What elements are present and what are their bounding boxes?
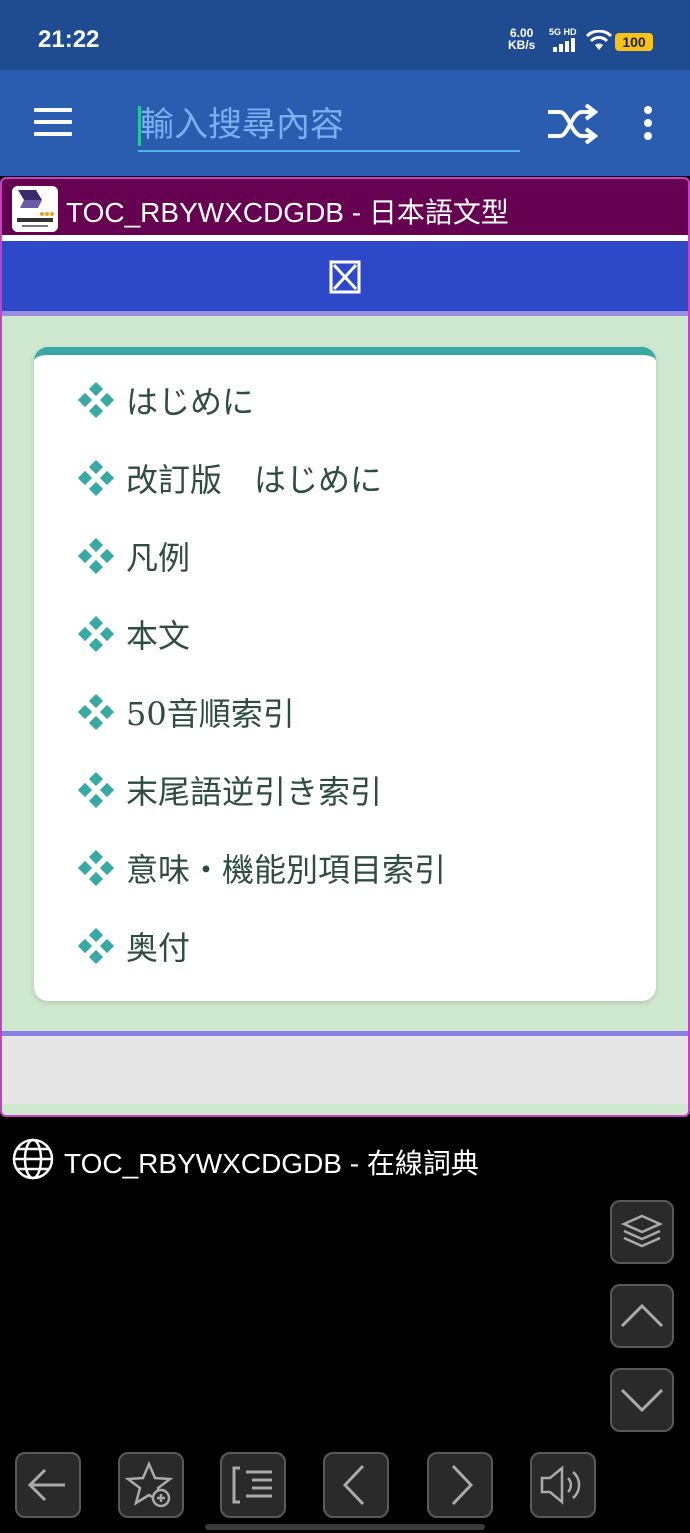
battery-indicator: 100	[615, 33, 653, 51]
chevron-right-icon	[451, 1464, 474, 1506]
speaker-icon	[540, 1465, 581, 1505]
list-icon	[232, 1466, 272, 1504]
chevron-left-icon	[342, 1464, 365, 1506]
toc-item-label: はじめに	[126, 383, 255, 421]
scroll-down-button[interactable]	[610, 1368, 674, 1432]
diamond-bullet-icon	[78, 538, 114, 574]
next-button[interactable]	[427, 1452, 493, 1518]
toc-item[interactable]: 凡例	[78, 531, 190, 581]
diamond-bullet-icon	[78, 850, 114, 886]
close-box-icon[interactable]	[328, 259, 362, 295]
scroll-up-button[interactable]	[610, 1284, 674, 1348]
more-vert-icon[interactable]	[640, 106, 656, 144]
arrow-left-icon	[27, 1468, 65, 1502]
dictionary-book-icon	[12, 186, 58, 232]
toc-item[interactable]: 末尾語逆引き索引	[78, 765, 382, 815]
toolbar-divider	[2, 311, 688, 316]
dictionary-toolbar	[2, 241, 688, 311]
app-toolbar	[0, 70, 690, 176]
signal-icon	[553, 38, 575, 52]
dictionary-title: TOC_RBYWXCDGDB - 日本語文型	[66, 197, 509, 228]
layers-button[interactable]	[610, 1200, 674, 1264]
panel-footer	[2, 1036, 688, 1104]
toc-item[interactable]: 改訂版 はじめに	[78, 453, 382, 503]
network-speed: 6.00 KB/s	[508, 27, 535, 51]
online-dictionary-header: TOC_RBYWXCDGDB - 在線詞典	[0, 1130, 690, 1186]
previous-button[interactable]	[323, 1452, 389, 1518]
globe-icon	[12, 1138, 54, 1180]
toc-item-label: 本文	[126, 617, 191, 655]
diamond-bullet-icon	[78, 460, 114, 496]
add-favorite-button[interactable]	[118, 1452, 184, 1518]
diamond-bullet-icon	[78, 694, 114, 730]
diamond-bullet-icon	[78, 382, 114, 418]
dictionary-panel: TOC_RBYWXCDGDB - 日本語文型 はじめに改訂版 はじめに 凡例本文 5…	[0, 177, 690, 1117]
layers-icon	[620, 1214, 664, 1248]
toc-item-label: 50音順索引	[126, 695, 295, 733]
network-type: 5G HD	[549, 27, 577, 37]
home-indicator	[205, 1524, 485, 1530]
toc-item-label: 奥付	[126, 929, 191, 967]
diamond-bullet-icon	[78, 928, 114, 964]
speak-button[interactable]	[530, 1452, 596, 1518]
toc-item[interactable]: 50音順索引	[78, 687, 295, 737]
toc-item-label: 凡例	[126, 539, 191, 577]
text-cursor	[138, 106, 141, 146]
toc-item-label: 改訂版 はじめに	[126, 461, 383, 499]
online-dictionary-title: TOC_RBYWXCDGDB - 在線詞典	[64, 1148, 479, 1179]
shuffle-icon[interactable]	[546, 104, 598, 144]
diamond-bullet-icon	[78, 772, 114, 808]
toc-item[interactable]: はじめに	[78, 375, 254, 425]
hamburger-menu-icon[interactable]	[34, 108, 72, 136]
toc-item-label: 意味・機能別項目索引	[126, 851, 447, 889]
chevron-down-icon	[620, 1388, 664, 1413]
toc-item[interactable]: 本文	[78, 609, 190, 659]
status-time: 21:22	[38, 26, 100, 53]
chevron-up-icon	[620, 1303, 664, 1328]
search-input[interactable]	[138, 100, 520, 152]
status-bar: 21:22 6.00 KB/s 5G HD 100	[0, 0, 690, 70]
history-list-button[interactable]	[220, 1452, 286, 1518]
wifi-icon	[586, 30, 612, 50]
table-of-contents: はじめに改訂版 はじめに 凡例本文 50音順索引末尾語逆引き索引意味・機能別項目索引…	[34, 347, 656, 1001]
dictionary-header: TOC_RBYWXCDGDB - 日本語文型	[2, 179, 688, 235]
back-button[interactable]	[15, 1452, 81, 1518]
toc-item-label: 末尾語逆引き索引	[126, 773, 383, 811]
star-add-icon	[124, 1460, 174, 1508]
toc-item[interactable]: 奥付	[78, 921, 190, 971]
network-speed-unit: KB/s	[508, 38, 536, 52]
diamond-bullet-icon	[78, 616, 114, 652]
toc-item[interactable]: 意味・機能別項目索引	[78, 843, 446, 893]
